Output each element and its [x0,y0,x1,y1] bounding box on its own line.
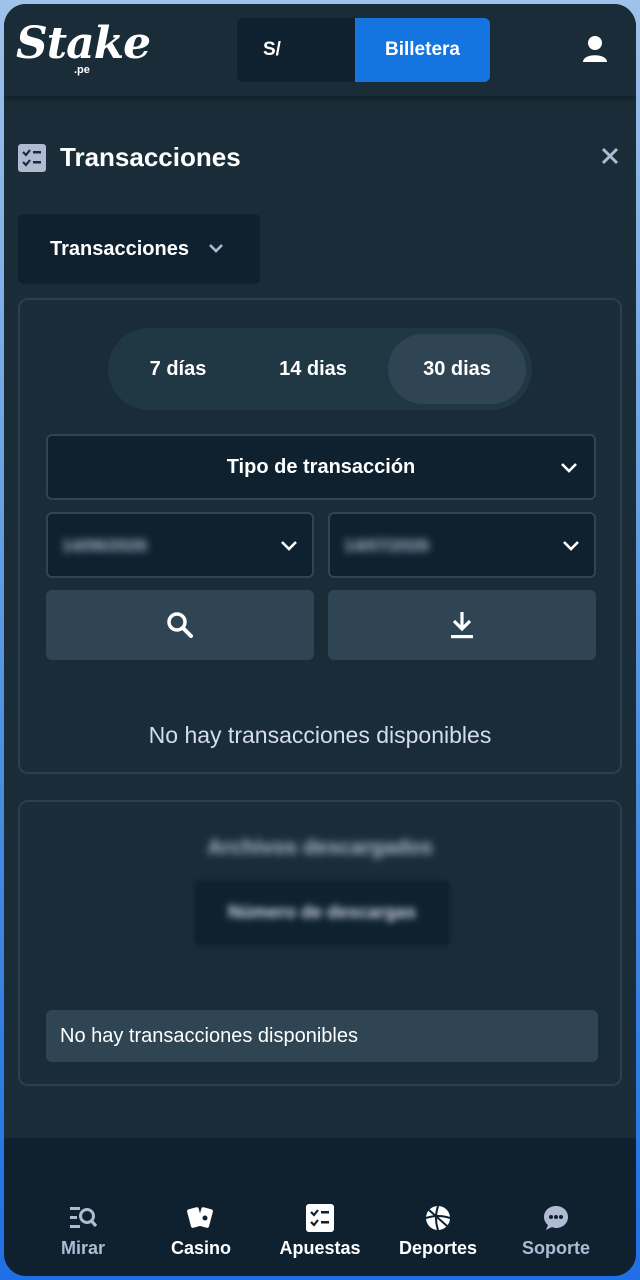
download-button[interactable] [328,590,596,660]
app-frame: Stake .pe S/ Billetera Transacciones Tra… [4,4,636,1276]
period-selector: 7 días 14 dias 30 dias [108,328,532,410]
balance-display[interactable]: S/ [237,18,355,82]
downloads-panel: Archivos descargados Número de descargas… [18,800,622,1086]
nav-label: Deportes [398,1238,478,1258]
date-to-select[interactable]: 14/07/2026 [328,512,596,578]
chevron-down-icon [563,541,579,551]
page-title: Transacciones [60,142,241,172]
download-icon [451,612,473,639]
sports-ball-icon [425,1205,451,1231]
close-icon[interactable] [598,144,622,168]
chevron-down-icon [209,244,223,253]
bottom-navigation: Mirar Casino Apuestas Deportes Soporte [4,1138,636,1276]
currency-symbol: S/ [263,39,281,60]
chat-icon [544,1206,568,1230]
stake-logo[interactable]: Stake .pe [16,16,151,80]
downloads-count-label: Número de descargas [227,902,417,922]
nav-deportes[interactable]: Deportes [383,1204,493,1264]
no-transactions-message: No hay transacciones disponibles [148,722,492,748]
nav-apuestas[interactable]: Apuestas [265,1204,375,1264]
date-from-select[interactable]: 14/06/2026 [46,512,314,578]
downloads-count-button[interactable]: Número de descargas [194,880,450,946]
nav-label: Casino [170,1238,231,1258]
search-icon [167,612,193,638]
search-button[interactable] [46,590,314,660]
page-title-row: Transacciones [18,136,622,182]
downloads-title: Archivos descargados [207,836,433,859]
chevron-down-icon [561,463,577,473]
user-icon[interactable] [580,34,610,64]
nav-label: Mirar [60,1238,105,1258]
period-14-days[interactable]: 14 dias [244,334,382,404]
no-downloads-message: No hay transacciones disponibles [46,1010,598,1062]
nav-casino[interactable]: Casino [146,1204,256,1264]
browse-icon [70,1207,98,1228]
checklist-icon [18,144,46,172]
transactions-filter-panel: 7 días 14 dias 30 dias Tipo de transacci… [18,298,622,774]
nav-label: Soporte [521,1238,590,1258]
chevron-down-icon [281,541,297,551]
category-dropdown-label: Transacciones [50,237,189,260]
nav-soporte[interactable]: Soporte [501,1204,611,1264]
top-header: Stake .pe S/ Billetera [4,4,636,96]
cards-icon [187,1207,213,1228]
nav-label: Apuestas [279,1238,361,1258]
transaction-type-select[interactable]: Tipo de transacción [46,434,596,500]
date-to-value: 14/07/2026 [344,536,430,555]
logo-domain: .pe [74,64,90,76]
wallet-button[interactable]: Billetera [355,18,490,82]
bets-icon [306,1204,334,1232]
transaction-type-label: Tipo de transacción [226,456,416,478]
date-from-value: 14/06/2026 [62,536,148,555]
period-7-days[interactable]: 7 días [114,334,242,404]
nav-mirar[interactable]: Mirar [28,1204,138,1264]
period-30-days[interactable]: 30 dias [388,334,526,404]
category-dropdown[interactable]: Transacciones [18,214,260,284]
wallet-widget: S/ Billetera [237,18,490,82]
